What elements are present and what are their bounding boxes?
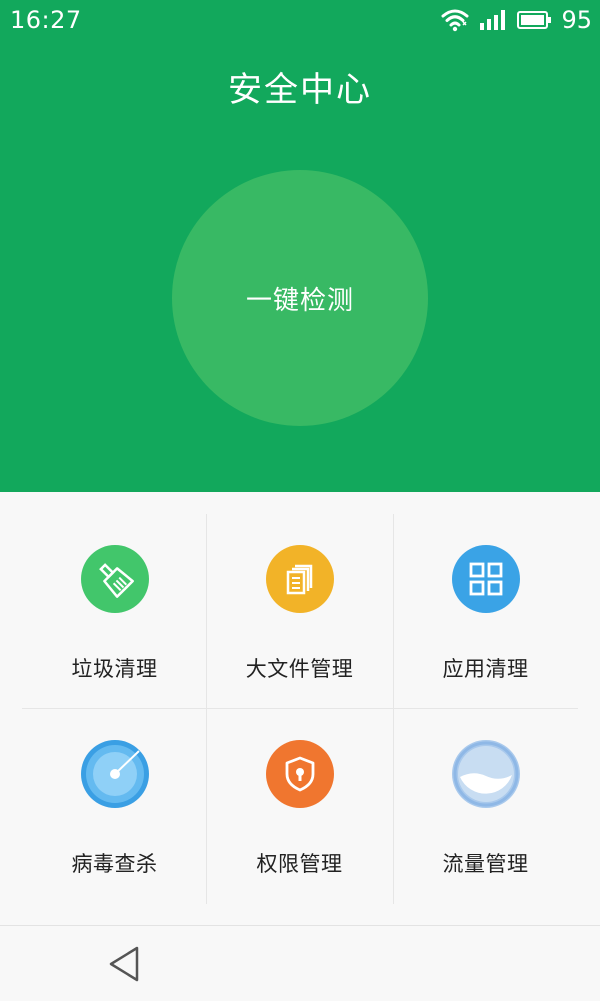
scan-button-label: 一键检测 bbox=[245, 285, 354, 316]
broom-icon bbox=[80, 545, 149, 613]
files-icon bbox=[265, 545, 334, 613]
one-click-scan-button[interactable]: 一键检测 bbox=[172, 170, 428, 426]
feature-label: 流量管理 bbox=[442, 852, 529, 876]
page-title: 安全中心 bbox=[228, 70, 372, 110]
status-time: 16:27 bbox=[10, 6, 82, 34]
feature-app-cleanup[interactable]: 应用清理 bbox=[393, 514, 578, 709]
app-grid-icon bbox=[451, 545, 520, 613]
status-icons: 95 bbox=[441, 6, 592, 34]
status-bar: 16:27 95 bbox=[0, 0, 600, 40]
feature-label: 病毒查杀 bbox=[71, 852, 158, 876]
wifi-icon bbox=[441, 8, 469, 32]
battery-icon bbox=[517, 10, 552, 30]
navigation-bar bbox=[0, 925, 600, 1001]
feature-junk-cleanup[interactable]: 垃圾清理 bbox=[22, 514, 207, 709]
feature-grid: 垃圾清理 大文件管理 应用清理 病毒查杀 权限管理 流量管理 bbox=[22, 514, 578, 904]
shield-lock-icon bbox=[265, 740, 334, 808]
feature-permission-manager[interactable]: 权限管理 bbox=[207, 709, 392, 904]
feature-label: 应用清理 bbox=[442, 657, 529, 681]
data-traffic-icon bbox=[451, 740, 520, 808]
feature-virus-scan[interactable]: 病毒查杀 bbox=[22, 709, 207, 904]
feature-data-traffic-manager[interactable]: 流量管理 bbox=[393, 709, 578, 904]
feature-label: 大文件管理 bbox=[245, 657, 354, 681]
back-icon[interactable] bbox=[106, 944, 142, 984]
radar-icon bbox=[80, 740, 149, 808]
battery-percent: 95 bbox=[561, 6, 592, 34]
header-panel: 16:27 95 安全中心 一键检测 bbox=[0, 0, 600, 492]
feature-label: 权限管理 bbox=[256, 852, 343, 876]
signal-icon bbox=[479, 9, 507, 31]
feature-large-file-manager[interactable]: 大文件管理 bbox=[207, 514, 392, 709]
feature-label: 垃圾清理 bbox=[71, 657, 158, 681]
